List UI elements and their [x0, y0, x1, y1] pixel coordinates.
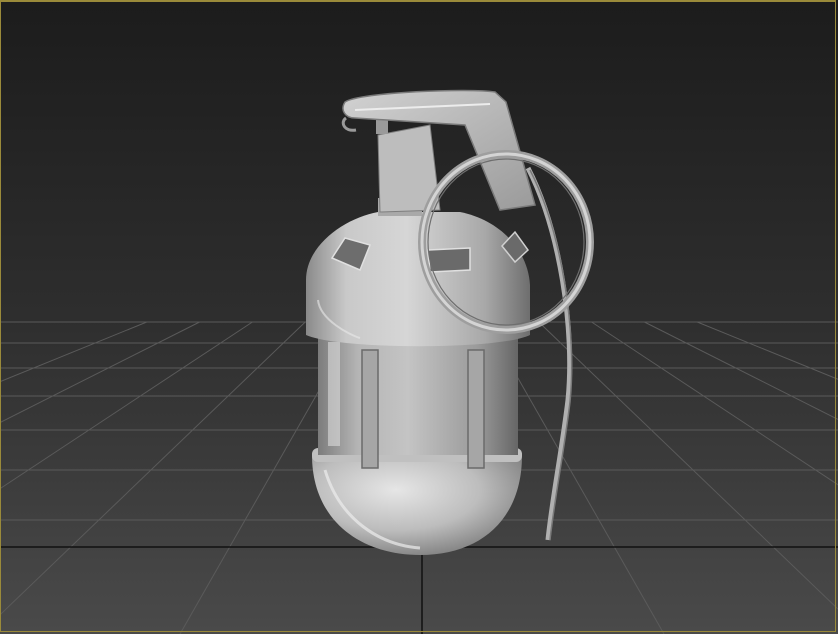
perspective-viewport[interactable]	[0, 0, 838, 634]
body-band	[318, 330, 518, 455]
viewport-canvas[interactable]	[0, 0, 838, 634]
